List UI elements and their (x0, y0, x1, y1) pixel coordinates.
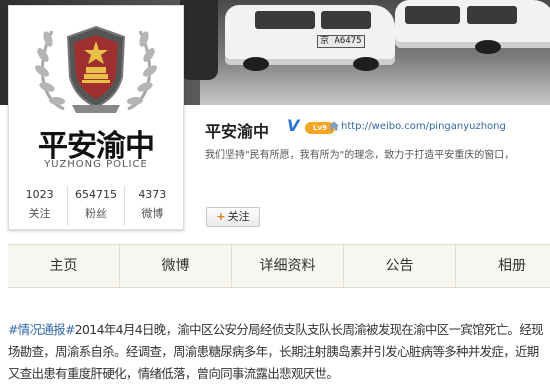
avatar-card: 平安渝中 YUZHONG POLICE 1023 关注 654715 粉丝 43… (8, 5, 184, 230)
stat-following-label: 关注 (28, 207, 51, 220)
profile-tabs: 主页 微博 详细资料 公告 相册 (8, 244, 550, 288)
tab-home[interactable]: 主页 (8, 245, 121, 287)
cover-person (180, 0, 218, 80)
stat-fans-label: 粉丝 (84, 207, 107, 220)
stat-weibo-num: 4373 (138, 188, 167, 201)
tab-details[interactable]: 详细资料 (232, 245, 345, 287)
avatar-subtitle: YUZHONG POLICE (44, 159, 148, 170)
tab-announcement[interactable]: 公告 (344, 245, 457, 287)
profile-motto: 我们坚持"民有所愿，我有所为"的理念，致力于打造平安重庆的窗口， (205, 150, 515, 161)
stats: 1023 关注 654715 粉丝 4373 微博 (12, 186, 180, 226)
verified-icon[interactable]: V (287, 116, 299, 135)
post-text: #情况通报#2014年4月4日晚，渝中区公安分局经侦支队支队长周渝被发现在渝中区… (8, 319, 548, 385)
tab-weibo[interactable]: 微博 (120, 245, 233, 287)
tab-album[interactable]: 相册 (456, 245, 550, 287)
follow-button[interactable]: + 关注 (206, 207, 260, 227)
plus-icon: + (216, 210, 226, 223)
post-hashtag-link[interactable]: #情况通报# (8, 322, 75, 337)
profile-url-link[interactable]: http://weibo.com/pinganyuzhong (341, 121, 506, 132)
avatar[interactable]: 平安渝中 YUZHONG POLICE (12, 9, 180, 179)
home-icon (329, 121, 339, 131)
follow-label: 关注 (227, 210, 250, 223)
stat-following[interactable]: 1023 关注 (12, 186, 69, 226)
cover-police-car-2 (395, 0, 550, 54)
stat-weibo[interactable]: 4373 微博 (125, 186, 180, 226)
cover-police-car: 京 A6475 (225, 5, 395, 71)
post-body: 2014年4月4日晚，渝中区公安分局经侦支队支队长周渝被发现在渝中区一宾馆死亡。… (8, 322, 544, 381)
car-plate: 京 A6475 (317, 35, 365, 48)
stat-weibo-label: 微博 (141, 207, 164, 220)
police-emblem-icon (35, 25, 157, 113)
stat-fans[interactable]: 654715 粉丝 (68, 186, 125, 226)
profile-name: 平安渝中 (205, 122, 270, 141)
stat-fans-num: 654715 (74, 188, 117, 201)
stat-following-num: 1023 (25, 188, 54, 201)
